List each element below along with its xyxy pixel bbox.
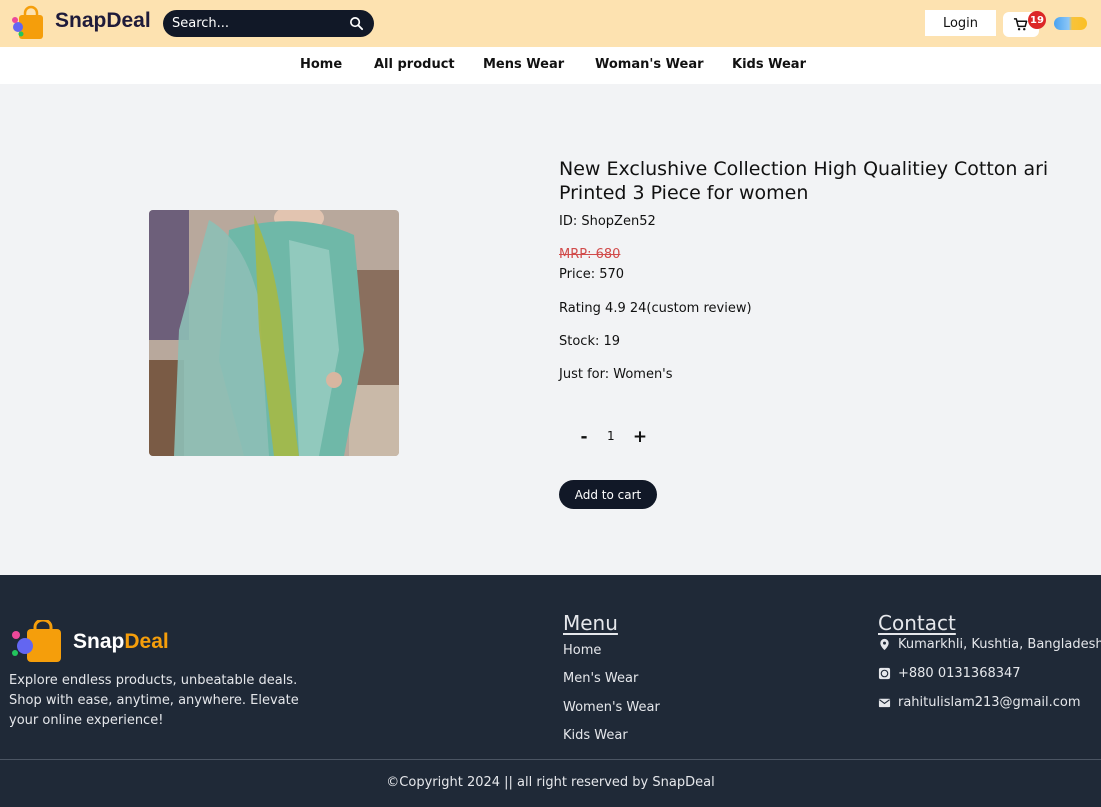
footer-menu-heading: Menu bbox=[563, 611, 618, 635]
top-header: SnapDeal Login 19 bbox=[0, 0, 1101, 47]
brand-logo-text[interactable]: SnapDeal bbox=[55, 9, 151, 33]
footer-brand-snap: Snap bbox=[73, 630, 125, 653]
add-to-cart-button[interactable]: Add to cart bbox=[559, 480, 657, 509]
shopping-bag-logo-icon[interactable] bbox=[10, 5, 46, 41]
search-input[interactable] bbox=[172, 10, 342, 37]
footer-brand-deal: Deal bbox=[124, 630, 169, 653]
search-bar bbox=[163, 10, 374, 37]
quantity-decrease-button[interactable]: - bbox=[574, 427, 594, 447]
footer-link-home[interactable]: Home bbox=[563, 643, 601, 658]
nav-item-mens-wear[interactable]: Mens Wear bbox=[483, 57, 564, 72]
location-pin-icon bbox=[880, 638, 889, 651]
product-price: Price: 570 bbox=[559, 267, 625, 282]
site-footer: SnapDeal Explore endless products, unbea… bbox=[0, 575, 1101, 807]
footer-description: Explore endless products, unbeatable dea… bbox=[9, 673, 299, 728]
product-image bbox=[149, 210, 399, 456]
product-photo bbox=[149, 210, 399, 456]
search-icon[interactable] bbox=[349, 16, 364, 31]
copyright-text: ©Copyright 2024 || all right reserved by… bbox=[386, 775, 715, 790]
theme-toggle[interactable] bbox=[1054, 17, 1087, 30]
product-title: New Exclushive Collection High Qualitiey… bbox=[559, 158, 1049, 204]
footer-contact-heading: Contact bbox=[878, 611, 956, 635]
contact-address-text: Kumarkhli, Kushtia, Bangladesh bbox=[898, 637, 1101, 652]
product-id: ID: ShopZen52 bbox=[559, 214, 656, 229]
footer-divider bbox=[0, 759, 1101, 760]
quantity-value: 1 bbox=[607, 429, 615, 443]
contact-phone: +880 0131368347 bbox=[878, 666, 1021, 681]
contact-address: Kumarkhli, Kushtia, Bangladesh bbox=[878, 637, 1101, 652]
footer-brand: SnapDeal bbox=[73, 630, 169, 654]
contact-email: rahitulislam213@gmail.com bbox=[878, 695, 1081, 710]
product-stock: Stock: 19 bbox=[559, 334, 621, 349]
whatsapp-icon bbox=[878, 667, 891, 680]
cart-icon bbox=[1013, 18, 1028, 31]
quantity-increase-button[interactable]: + bbox=[630, 427, 650, 447]
shopping-bag-logo-icon bbox=[12, 620, 61, 662]
contact-phone-text[interactable]: +880 0131368347 bbox=[898, 666, 1021, 681]
product-target-audience: Just for: Women's bbox=[559, 367, 673, 382]
mail-icon bbox=[878, 698, 891, 708]
footer-link-kids-wear[interactable]: Kids Wear bbox=[563, 728, 628, 743]
nav-item-womans-wear[interactable]: Woman's Wear bbox=[595, 57, 704, 72]
nav-item-home[interactable]: Home bbox=[300, 57, 342, 72]
contact-email-text[interactable]: rahitulislam213@gmail.com bbox=[898, 695, 1081, 710]
cart-count-badge: 19 bbox=[1028, 11, 1046, 29]
footer-link-womens-wear[interactable]: Women's Wear bbox=[563, 700, 660, 715]
nav-item-kids-wear[interactable]: Kids Wear bbox=[732, 57, 806, 72]
product-mrp: MRP: 680 bbox=[559, 247, 621, 262]
nav-item-all-product[interactable]: All product bbox=[374, 57, 455, 72]
main-nav: Home All product Mens Wear Woman's Wear … bbox=[0, 47, 1101, 84]
footer-link-mens-wear[interactable]: Men's Wear bbox=[563, 671, 638, 686]
login-button[interactable]: Login bbox=[925, 10, 996, 36]
product-rating: Rating 4.9 24(custom review) bbox=[559, 301, 752, 316]
